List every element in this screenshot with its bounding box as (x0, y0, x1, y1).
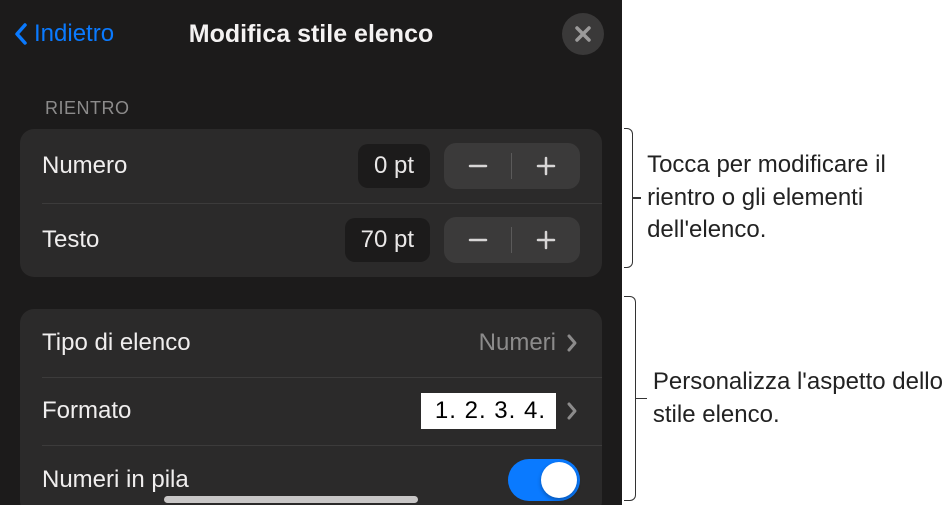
list-type-label: Tipo di elenco (42, 329, 479, 357)
indent-text-label: Testo (42, 226, 345, 254)
indent-text-value: 70 pt (345, 218, 430, 262)
annotations-area: Tocca per modificare il rientro o gli el… (622, 0, 952, 505)
bracket-icon (624, 128, 633, 268)
indent-number-label: Numero (42, 152, 358, 180)
indent-text-stepper (444, 217, 580, 263)
horizontal-scrollbar[interactable] (164, 496, 418, 503)
callout-indent: Tocca per modificare il rientro o gli el… (624, 128, 952, 268)
toggle-knob (541, 462, 577, 498)
panel-title: Modifica stile elenco (189, 20, 434, 49)
chevron-right-icon (566, 401, 580, 421)
tiered-numbers-toggle[interactable] (508, 459, 580, 501)
indent-number-increment[interactable] (512, 143, 580, 189)
back-label: Indietro (34, 20, 114, 48)
bracket-icon (624, 296, 636, 501)
indent-text-decrement[interactable] (444, 217, 512, 263)
list-type-row[interactable]: Tipo di elenco Numeri (20, 309, 602, 377)
panel-header: Indietro Modifica stile elenco (0, 0, 622, 68)
close-icon (574, 25, 592, 43)
plus-icon (535, 155, 557, 177)
indent-number-decrement[interactable] (444, 143, 512, 189)
callout-text: Tocca per modificare il rientro o gli el… (647, 149, 952, 246)
chevron-left-icon (10, 20, 32, 48)
callout-style: Personalizza l'aspetto dello stile elenc… (624, 296, 952, 501)
indent-text-increment[interactable] (512, 217, 580, 263)
list-type-value: Numeri (479, 329, 556, 357)
indent-group: Numero 0 pt Testo 70 pt (20, 129, 602, 277)
list-format-label: Formato (42, 397, 421, 425)
back-button[interactable]: Indietro (10, 20, 114, 48)
plus-icon (535, 229, 557, 251)
leader-line (636, 398, 647, 400)
indent-number-row: Numero 0 pt (20, 129, 602, 203)
indent-section-label: RIENTRO (20, 78, 602, 129)
leader-line (633, 197, 641, 199)
list-format-row[interactable]: Formato 1. 2. 3. 4. (20, 377, 602, 445)
indent-text-row: Testo 70 pt (20, 203, 602, 277)
minus-icon (467, 229, 489, 251)
close-button[interactable] (562, 13, 604, 55)
chevron-right-icon (566, 333, 580, 353)
panel-content: RIENTRO Numero 0 pt Testo 70 pt (0, 68, 622, 505)
indent-number-value: 0 pt (358, 144, 430, 188)
indent-number-stepper (444, 143, 580, 189)
minus-icon (467, 155, 489, 177)
tiered-numbers-label: Numeri in pila (42, 466, 508, 494)
list-format-preview: 1. 2. 3. 4. (421, 393, 556, 429)
list-style-group: Tipo di elenco Numeri Formato 1. 2. 3. 4… (20, 309, 602, 505)
callout-text: Personalizza l'aspetto dello stile elenc… (653, 366, 952, 431)
settings-panel: Indietro Modifica stile elenco RIENTRO N… (0, 0, 622, 505)
